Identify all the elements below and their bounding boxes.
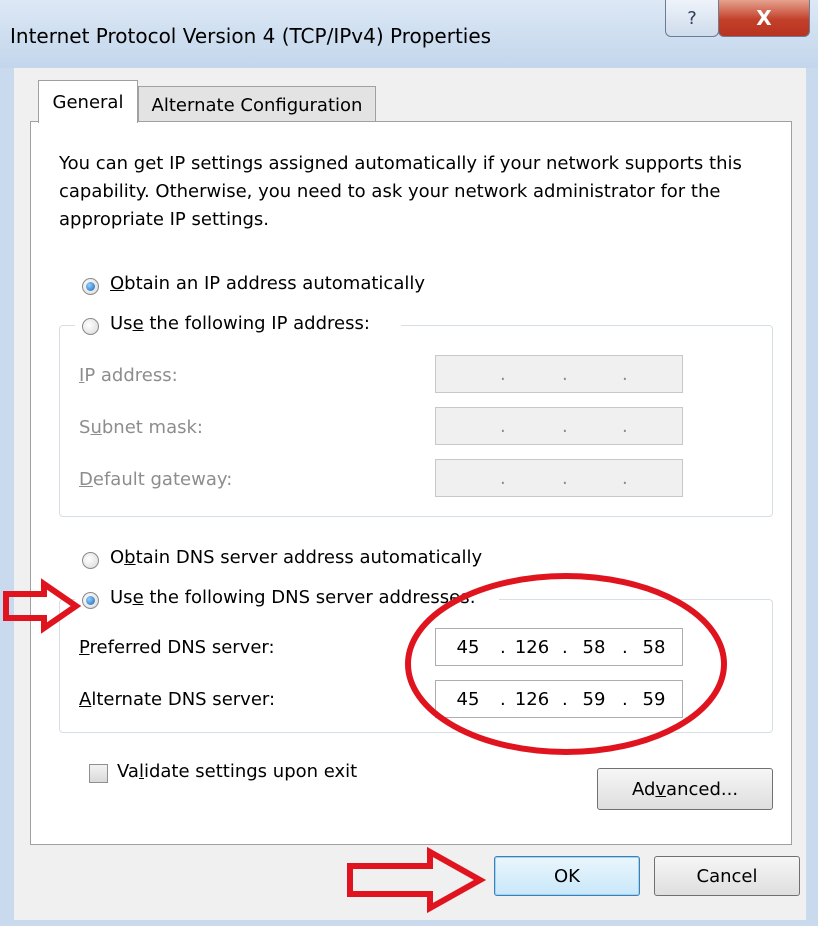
ip-address-label: IP address: — [79, 365, 178, 386]
general-panel: You can get IP settings assigned automat… — [30, 121, 792, 845]
title-bar[interactable]: Internet Protocol Version 4 (TCP/IPv4) P… — [0, 0, 818, 68]
ip-address-field: ... — [435, 355, 683, 393]
close-button[interactable]: X — [718, 0, 810, 37]
alternate-dns-octet-3: 59 — [582, 689, 606, 710]
use-following-ip-label[interactable]: Use the following IP address: — [110, 313, 370, 334]
preferred-dns-field[interactable]: 45 . 126 . 58 . 58 — [435, 628, 683, 666]
obtain-ip-automatically-radio[interactable] — [82, 278, 99, 295]
validate-settings-checkbox[interactable] — [89, 764, 108, 783]
alternate-dns-octet-4: 59 — [642, 689, 666, 710]
validate-settings-label[interactable]: Validate settings upon exit — [117, 761, 357, 782]
obtain-dns-automatically-label[interactable]: Obtain DNS server address automatically — [110, 547, 482, 568]
obtain-dns-automatically-radio[interactable] — [82, 552, 99, 569]
help-button[interactable]: ? — [665, 0, 719, 37]
default-gateway-label: Default gateway: — [79, 469, 233, 490]
advanced-button[interactable]: Advanced... — [597, 768, 773, 810]
ok-button-label: OK — [554, 865, 580, 887]
dialog-client: General Alternate Configuration You can … — [14, 68, 806, 920]
preferred-dns-octet-4: 58 — [642, 637, 666, 658]
help-icon: ? — [687, 7, 697, 29]
ok-button[interactable]: OK — [494, 856, 640, 896]
cancel-button[interactable]: Cancel — [654, 856, 800, 896]
subnet-mask-field: ... — [435, 407, 683, 445]
window-title: Internet Protocol Version 4 (TCP/IPv4) P… — [10, 24, 492, 48]
tab-general[interactable]: General — [38, 80, 138, 123]
use-following-dns-label[interactable]: Use the following DNS server addresses: — [110, 587, 476, 608]
obtain-ip-automatically-label[interactable]: Obtain an IP address automatically — [110, 273, 425, 294]
tab-alternate-configuration[interactable]: Alternate Configuration — [138, 86, 376, 123]
description-text: You can get IP settings assigned automat… — [59, 153, 742, 230]
use-following-dns-radio[interactable] — [82, 592, 99, 609]
alternate-dns-octet-2: 126 — [514, 689, 550, 710]
preferred-dns-octet-3: 58 — [582, 637, 606, 658]
dialog-window: Internet Protocol Version 4 (TCP/IPv4) P… — [0, 0, 818, 926]
alternate-dns-octet-1: 45 — [456, 689, 480, 710]
close-icon: X — [756, 6, 772, 30]
preferred-dns-octet-2: 126 — [514, 637, 550, 658]
use-following-ip-radio[interactable] — [82, 318, 99, 335]
preferred-dns-octet-1: 45 — [456, 637, 480, 658]
tab-alternate-label: Alternate Configuration — [151, 94, 363, 116]
alternate-dns-field[interactable]: 45 . 126 . 59 . 59 — [435, 680, 683, 718]
preferred-dns-label: Preferred DNS server: — [79, 637, 275, 658]
cancel-button-label: Cancel — [696, 865, 758, 887]
advanced-button-label: Advanced... — [631, 778, 739, 800]
tab-general-label: General — [52, 91, 124, 113]
subnet-mask-label: Subnet mask: — [79, 417, 203, 438]
alternate-dns-label: Alternate DNS server: — [79, 689, 276, 710]
default-gateway-field: ... — [435, 459, 683, 497]
